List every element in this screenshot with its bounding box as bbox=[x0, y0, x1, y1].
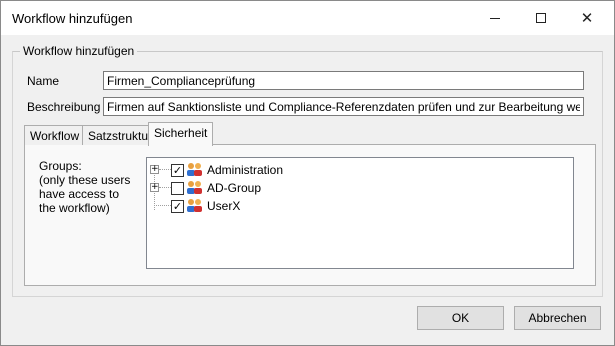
title-bar[interactable]: Workflow hinzufügen ✕ bbox=[1, 1, 614, 35]
maximize-icon[interactable] bbox=[518, 1, 564, 35]
tree-item-administration[interactable]: + ✓ Administration bbox=[147, 161, 567, 179]
name-field[interactable] bbox=[103, 71, 584, 90]
cancel-button[interactable]: Abbrechen bbox=[514, 306, 601, 330]
tree-connector bbox=[159, 187, 171, 188]
expand-icon[interactable]: + bbox=[150, 165, 159, 174]
groups-label-line: have access to bbox=[39, 187, 120, 201]
groups-label-line: Groups: bbox=[39, 159, 82, 173]
tree-item-ad-group[interactable]: + AD-Group bbox=[147, 179, 567, 197]
user-group-icon bbox=[187, 181, 202, 194]
description-label: Beschreibung bbox=[27, 100, 101, 114]
checkbox-ad-group[interactable] bbox=[171, 182, 184, 195]
user-group-icon bbox=[187, 199, 202, 212]
tree-item-label: AD-Group bbox=[207, 181, 262, 195]
dialog-window: Workflow hinzufügen ✕ Workflow hinzufüge… bbox=[0, 0, 615, 346]
close-icon[interactable]: ✕ bbox=[564, 1, 610, 35]
groups-tree[interactable]: + ✓ Administration + AD-Group ✓ UserX bbox=[146, 157, 574, 269]
groups-label: Groups: (only these users have access to… bbox=[39, 159, 130, 215]
tree-item-userx[interactable]: ✓ UserX bbox=[147, 197, 567, 215]
checkbox-userx[interactable]: ✓ bbox=[171, 200, 184, 213]
tree-item-label: UserX bbox=[207, 199, 241, 213]
ok-button[interactable]: OK bbox=[417, 306, 504, 330]
minimize-icon[interactable] bbox=[472, 1, 518, 35]
description-field[interactable] bbox=[103, 97, 584, 116]
tree-item-label: Administration bbox=[207, 163, 284, 177]
checkbox-administration[interactable]: ✓ bbox=[171, 164, 184, 177]
tree-connector bbox=[159, 169, 171, 170]
tree-connector bbox=[154, 205, 171, 206]
groups-label-line: (only these users bbox=[39, 173, 131, 187]
expand-icon[interactable]: + bbox=[150, 183, 159, 192]
window-title: Workflow hinzufügen bbox=[12, 11, 133, 26]
name-label: Name bbox=[27, 74, 60, 88]
tab-satzstruktur[interactable]: Satzstruktur bbox=[82, 125, 159, 145]
tab-workflow[interactable]: Workflow bbox=[24, 125, 86, 145]
groups-label-line: the workflow) bbox=[39, 201, 110, 215]
groupbox-legend: Workflow hinzufügen bbox=[20, 44, 138, 58]
user-group-icon bbox=[187, 163, 202, 176]
tab-sicherheit[interactable]: Sicherheit bbox=[148, 122, 214, 146]
